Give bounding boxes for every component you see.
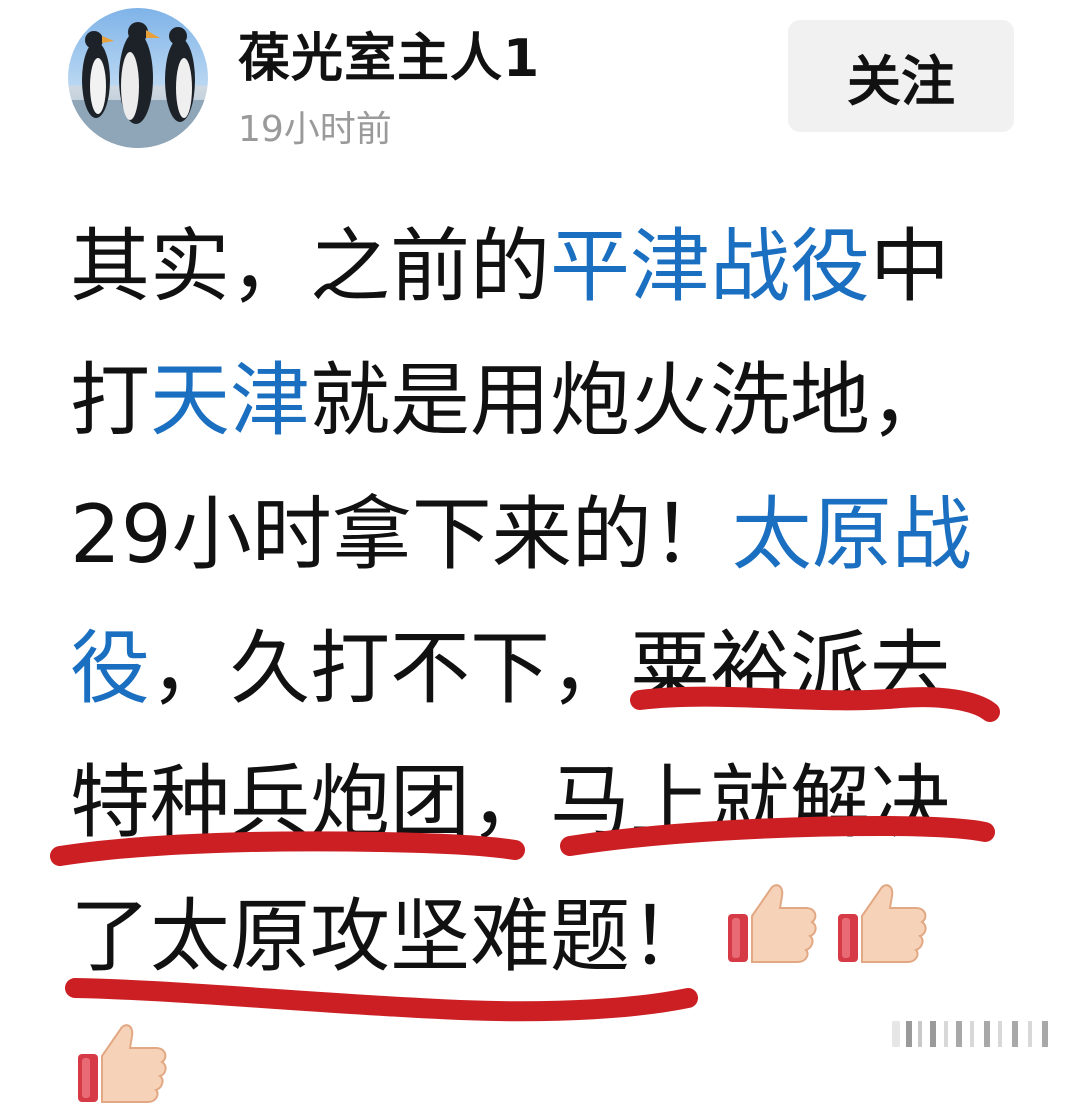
thumbs-up-icon [838, 884, 927, 963]
post-text: 中 [870, 220, 950, 313]
thumbs-up-icon [728, 884, 817, 963]
topic-link[interactable]: 役 [70, 622, 150, 715]
post-line-3: 29小时拿下来的！太原战 [70, 468, 1050, 602]
post-text: ，久打不下， [150, 622, 630, 715]
post-line-4: 役，久打不下，粟裕派去 [70, 602, 1050, 736]
post-time: 19小时前 [238, 109, 392, 150]
post-text: 了太原攻坚难题！ [70, 890, 710, 983]
avatar[interactable] [68, 8, 208, 148]
post-text: 其实，之前的 [70, 220, 550, 313]
post-text: 打 [70, 354, 150, 447]
author-name[interactable]: 葆光室主人1 [238, 16, 540, 91]
topic-link[interactable]: 太原战 [732, 488, 972, 581]
post-header: 葆光室主人1 19小时前 关注 [0, 0, 1082, 160]
post-line-1: 其实，之前的平津战役中 [70, 200, 1050, 334]
thumbs-up-icon [78, 1024, 167, 1103]
post-text: 特种兵炮团，马上就解决 [70, 756, 950, 849]
gesture-bar-icon [892, 1021, 1048, 1047]
post-text: 29小时拿下来的！ [70, 488, 732, 581]
post-text: 就是用炮火洗地， [310, 354, 950, 447]
follow-button[interactable]: 关注 [788, 20, 1014, 132]
post-text: 粟裕派去 [630, 622, 950, 715]
topic-link[interactable]: 平津战役 [550, 220, 870, 313]
post-line-2: 打天津就是用炮火洗地， [70, 334, 1050, 468]
post-line-5: 特种兵炮团，马上就解决 [70, 736, 1050, 870]
penguin-avatar-icon [68, 22, 208, 148]
topic-link[interactable]: 天津 [150, 354, 310, 447]
